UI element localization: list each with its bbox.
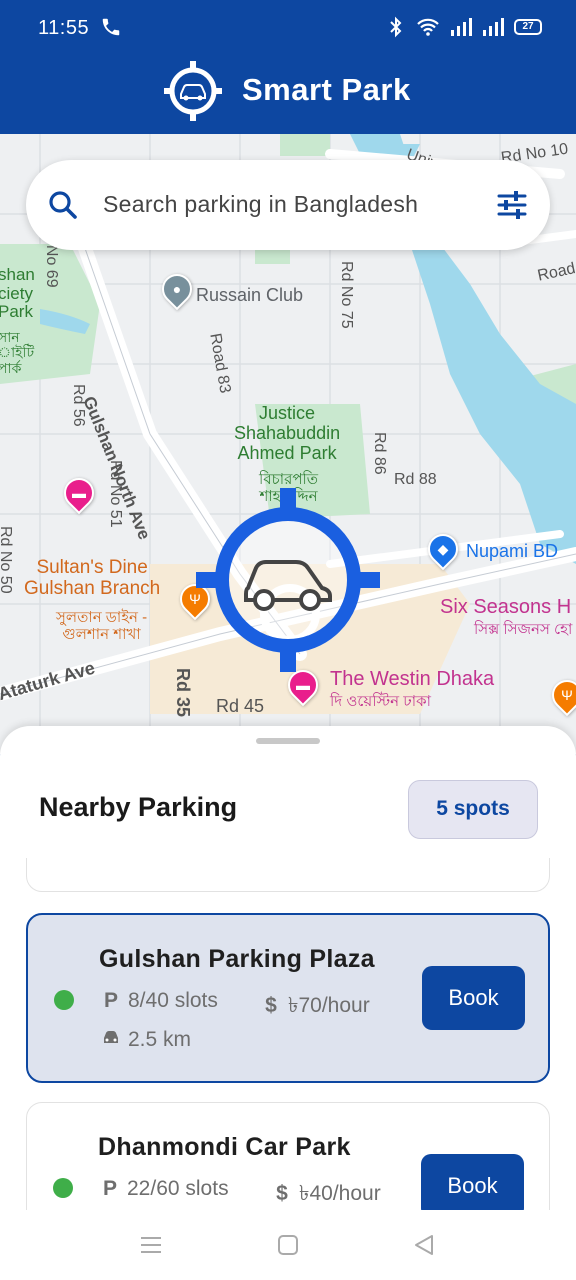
spots-count-chip[interactable]: 5 spots [408,780,538,839]
map-label-rd-56: Rd 56 [70,384,87,427]
location-target-icon [196,488,380,677]
distance-text: 2.5 km [128,1028,192,1051]
status-bar: 11:55 27 [0,0,576,56]
app-title: Smart Park [242,72,411,107]
nearby-parking-sheet: Nearby Parking 5 spots Gulshan Parking P… [0,726,576,1280]
map-label-rd-no-51: Rd No 51 [107,460,124,528]
map-label-sultans-dine: Sultan's Dine Gulshan Branch [24,557,161,599]
parking-card-selected[interactable]: Gulshan Parking Plaza P 8/40 slots $ ৳70/h… [26,913,550,1083]
smart-park-logo-icon [164,60,222,127]
parking-name: Gulshan Parking Plaza [99,945,375,973]
search-input[interactable]: Search parking in Bangladesh [103,191,473,218]
map-label-rd-86: Rd 86 [371,432,388,475]
map-label-sultans-dine-bn: সুলতান ডাইন - গুলশান শাখা [56,609,148,643]
map-label-rd-35: Rd 35 [173,668,193,718]
book-button[interactable]: Book [421,1154,524,1210]
map-label-nupami: Nupami BD [466,541,559,561]
status-time: 11:55 [38,17,90,39]
availability-dot [53,1178,73,1198]
parking-card[interactable] [26,858,550,892]
parking-icon: P [103,989,118,1012]
status-icons: 27 [386,16,542,38]
slots-info: P 22/60 slots [101,1177,229,1201]
map-label-westin-bn: দি ওয়েস্টিন ঢাকা [330,693,431,710]
car-icon [102,1028,120,1052]
filter-sliders-icon[interactable] [496,190,528,225]
map-label-rd-88: Rd 88 [394,471,437,488]
price-info: $ ৳40/hour [273,1177,381,1210]
dollar-icon: $ [265,994,277,1017]
map-label-six-seasons-bn: সিক্স সিজনস হো [474,621,573,638]
map-label-gulshan-society-park-bn: সান াইটি পার্ক [0,329,35,376]
system-nav-bar [0,1210,576,1280]
parking-name: Dhanmondi Car Park [98,1133,351,1161]
battery-icon: 27 [514,19,542,35]
price-text: ৳40/hour [299,1182,381,1205]
map-label-justice-park: Justice Shahabuddin Ahmed Park [234,403,341,463]
parking-icon: P [102,1177,117,1200]
slots-text: 22/60 slots [127,1177,229,1200]
signal-icon-2 [483,18,504,36]
wifi-icon [417,18,439,36]
home-icon[interactable] [277,1234,299,1261]
phone-call-icon [100,16,122,43]
map-view[interactable]: Russain Club Gulshan North Ave Road 83 R… [0,134,576,754]
dollar-icon: $ [276,1182,288,1205]
slots-text: 8/40 slots [128,989,218,1012]
app-header: Smart Park [0,56,576,134]
slots-info: P 8/40 slots [102,989,218,1013]
map-label-rd-no-75: Rd No 75 [338,261,355,329]
availability-dot [54,990,74,1010]
map-label-rd-no-50: Rd No 50 [0,526,14,594]
sheet-drag-handle[interactable] [256,738,320,744]
parking-card[interactable]: Dhanmondi Car Park P 22/60 slots $ ৳40/hou… [26,1102,550,1210]
search-bar[interactable]: Search parking in Bangladesh [26,160,550,250]
search-icon[interactable] [48,190,78,225]
bluetooth-icon [390,16,402,38]
signal-icon [451,18,472,36]
price-info: $ ৳70/hour [262,989,370,1024]
map-label-rd-45: Rd 45 [216,696,265,716]
distance-info: 2.5 km [102,1028,191,1052]
map-label-russain-club: Russain Club [196,285,304,305]
nearby-parking-title: Nearby Parking [39,792,238,822]
map-label-gulshan-society-park: shan ciety Park [0,265,35,322]
book-button[interactable]: Book [422,966,525,1030]
back-icon[interactable] [413,1234,435,1261]
recent-apps-icon[interactable] [140,1234,162,1261]
price-text: ৳70/hour [288,994,370,1017]
map-label-six-seasons: Six Seasons H [440,596,572,618]
parking-list[interactable]: Gulshan Parking Plaza P 8/40 slots $ ৳70/h… [0,858,576,1210]
